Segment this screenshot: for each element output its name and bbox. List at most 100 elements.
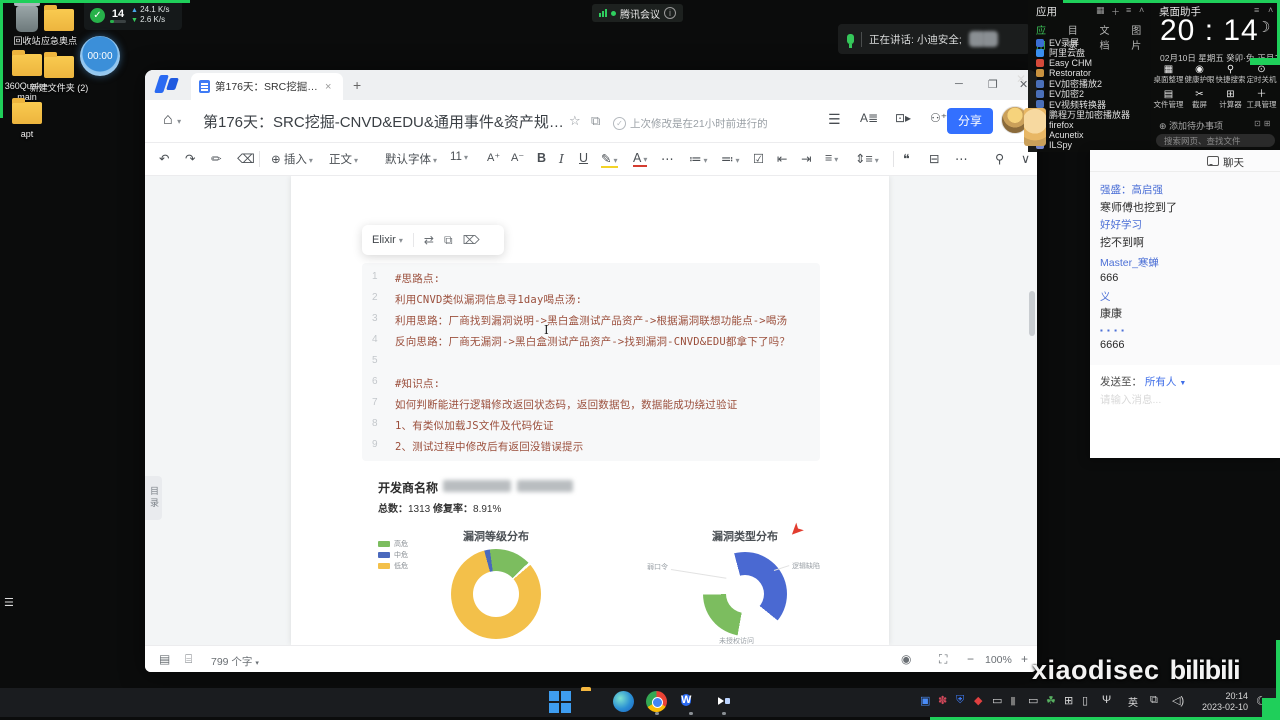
folder-icon[interactable] (44, 52, 74, 78)
play-mode-icon[interactable]: ◉ (901, 652, 911, 666)
copy-icon[interactable]: ⧉ (444, 233, 453, 248)
background-close-icon[interactable]: ✕ (1016, 72, 1026, 86)
undo-icon[interactable]: ↶ (159, 151, 169, 166)
shortcut-quick-search[interactable]: ⚲ 快捷搜索 (1215, 64, 1246, 89)
paragraph-style-dropdown[interactable]: 正文 ▾ (329, 151, 358, 167)
export-icon[interactable]: ⧉ (591, 113, 600, 129)
folder-icon[interactable] (12, 98, 42, 124)
wps-logo[interactable] (154, 75, 181, 95)
star-favorite-icon[interactable]: ☆ (569, 113, 581, 129)
add-icon[interactable]: ＋ (1111, 5, 1120, 18)
grid-icon[interactable]: ▦ (1096, 5, 1105, 16)
add-todo-button[interactable]: ⊕ 添加待办事项 (1159, 119, 1223, 132)
italic-icon[interactable]: I (559, 151, 564, 166)
app-item[interactable]: 鹏程万里加密播放器 (1028, 110, 1150, 120)
net-monitor-widget[interactable]: ✓ 14 ▲ 24.1 K/s ▼ 2.6 K/s (84, 0, 182, 30)
chat-username[interactable]: ▪ ▪ ▪ ▪ (1100, 326, 1125, 335)
tray-battery-icon[interactable]: ▯ (1082, 694, 1088, 707)
app-item[interactable]: EV录屏 (1028, 38, 1150, 48)
tray-clock[interactable]: 20:14 2023-02-10 (1196, 691, 1248, 713)
start-button[interactable] (548, 690, 572, 714)
more-tools-icon[interactable]: ⋯ (955, 151, 968, 166)
share-button[interactable]: 分享 (947, 108, 993, 134)
decrease-font-icon[interactable]: A⁻ (511, 151, 524, 164)
redo-icon[interactable]: ↷ (185, 151, 195, 166)
app-item[interactable]: 阿里云盘 (1028, 48, 1150, 58)
maximize-button[interactable]: ❐ (988, 78, 998, 91)
code-block[interactable]: 1 #思路点: 2 利用CNVD类似漏洞信息寻1day喝点汤: 3 利用思路：厂商找到… (362, 263, 820, 461)
desktop-icon-label[interactable]: 应急奥点 (28, 36, 90, 47)
clear-format-icon[interactable]: ⌫ (237, 151, 255, 166)
word-count[interactable]: 799 个字 ▾ (211, 654, 259, 669)
app-item[interactable]: Easy CHM (1028, 58, 1150, 68)
bullet-list-icon[interactable]: ≔ ▾ (689, 151, 708, 166)
zoom-in-button[interactable]: + (1021, 652, 1028, 666)
chat-username[interactable]: 强盛：高启强 (1100, 182, 1163, 197)
chat-username[interactable]: 好好学习 (1100, 217, 1142, 232)
quote-icon[interactable]: ❝ (903, 151, 910, 166)
weather-icon[interactable]: ☽ (1257, 18, 1270, 36)
app-item[interactable]: firefox (1028, 120, 1150, 130)
highlight-color-icon[interactable]: ✎ ▾ (601, 151, 618, 168)
font-size-dropdown[interactable]: 11 ▾ (450, 151, 468, 163)
tray-meeting-icon[interactable]: ▣ (920, 694, 930, 707)
collapse-toolbar-icon[interactable]: ∨ (1021, 151, 1030, 166)
shortcut-eye-care[interactable]: ◉ 健康护眼 (1184, 64, 1215, 89)
bold-icon[interactable]: B (537, 151, 546, 165)
indent-increase-icon[interactable]: ⇥ (801, 151, 811, 166)
increase-font-icon[interactable]: A⁺ (487, 151, 500, 164)
present-icon[interactable]: ⊡▸ (895, 111, 911, 125)
checklist-icon[interactable]: ☑ (753, 151, 764, 166)
desktop-icon-label[interactable]: apt (0, 129, 58, 140)
divider-icon[interactable]: ⊟ (929, 151, 939, 166)
font-color-icon[interactable]: A ▾ (633, 151, 648, 167)
insert-dropdown[interactable]: ⊕ 插入 ▾ (271, 151, 313, 167)
meeting-taskbar-icon[interactable] (712, 690, 736, 714)
left-edge-menu-icon[interactable]: ☰ (4, 596, 14, 609)
tray-app-icon[interactable]: ▮ (1010, 694, 1016, 707)
tray-leaf-icon[interactable]: ☘ (1046, 694, 1056, 707)
format-painter-icon[interactable]: ✏ (211, 151, 221, 166)
minimize-button[interactable]: ─ (955, 78, 963, 90)
edge-icon[interactable] (612, 690, 636, 714)
new-tab-button[interactable]: + (353, 77, 361, 93)
capture-resize-handle[interactable] (1250, 58, 1280, 65)
folder-icon[interactable] (12, 50, 42, 76)
page-view-icon[interactable]: ▤ (159, 652, 170, 666)
shortcut-shutdown-timer[interactable]: ⊙ 定时关机 (1246, 64, 1277, 89)
font-name-dropdown[interactable]: 默认字体 ▾ (385, 151, 437, 167)
toc-side-tab[interactable]: 目录 (145, 476, 162, 520)
outline-view-icon[interactable]: ⌸ (185, 652, 192, 667)
tray-wps-icon[interactable]: ◆ (974, 694, 982, 707)
tray-monitor-icon[interactable]: ▭ (992, 694, 1002, 707)
search-icon[interactable]: ⚲ (995, 151, 1004, 166)
file-explorer-icon[interactable] (581, 690, 605, 714)
code-language-dropdown[interactable]: Elixir ▾ (372, 234, 403, 246)
app-item[interactable]: EV加密播放2 (1028, 79, 1150, 89)
meeting-status-pill[interactable]: 腾讯会议 i (592, 4, 683, 22)
menu-icon[interactable]: ☰ (828, 111, 841, 128)
wrap-lines-icon[interactable]: ⇄ (424, 233, 434, 247)
app-item[interactable]: ILSpy (1028, 140, 1150, 150)
chat-header[interactable]: 聊天 (1090, 150, 1280, 172)
tray-speaker-icon[interactable]: ◁) (1172, 694, 1184, 707)
tab-close-icon[interactable]: × (325, 81, 331, 93)
home-icon[interactable]: ⌂ ▾ (163, 111, 181, 129)
collaborator-icon[interactable]: ⚇⁺ (930, 111, 947, 125)
collapse-icon[interactable]: ˄ (1268, 5, 1273, 15)
indent-decrease-icon[interactable]: ⇤ (777, 151, 787, 166)
styles-icon[interactable]: A≣ (860, 111, 878, 125)
numbered-list-icon[interactable]: ≕ ▾ (721, 151, 740, 166)
chat-username[interactable]: 义 (1100, 289, 1111, 304)
shortcut-tools[interactable]: ＋工具管理 (1246, 89, 1277, 114)
ime-indicator[interactable]: 英 (1128, 694, 1138, 709)
tray-flower-icon[interactable]: ✽ (938, 694, 947, 707)
collapse-icon[interactable]: ˄ (1139, 5, 1144, 15)
align-dropdown[interactable]: ≡ ▾ (825, 151, 838, 165)
wps-taskbar-icon[interactable]: W (679, 690, 703, 714)
timer-widget[interactable]: 00:00 (80, 36, 120, 76)
underline-icon[interactable]: U (579, 151, 588, 165)
shortcut-file-manager[interactable]: ▤ 文件管理 (1153, 89, 1184, 114)
tray-windows-icon[interactable]: ⊞ (1064, 694, 1073, 707)
send-to-dropdown[interactable]: 所有人 ▼ (1145, 376, 1186, 388)
